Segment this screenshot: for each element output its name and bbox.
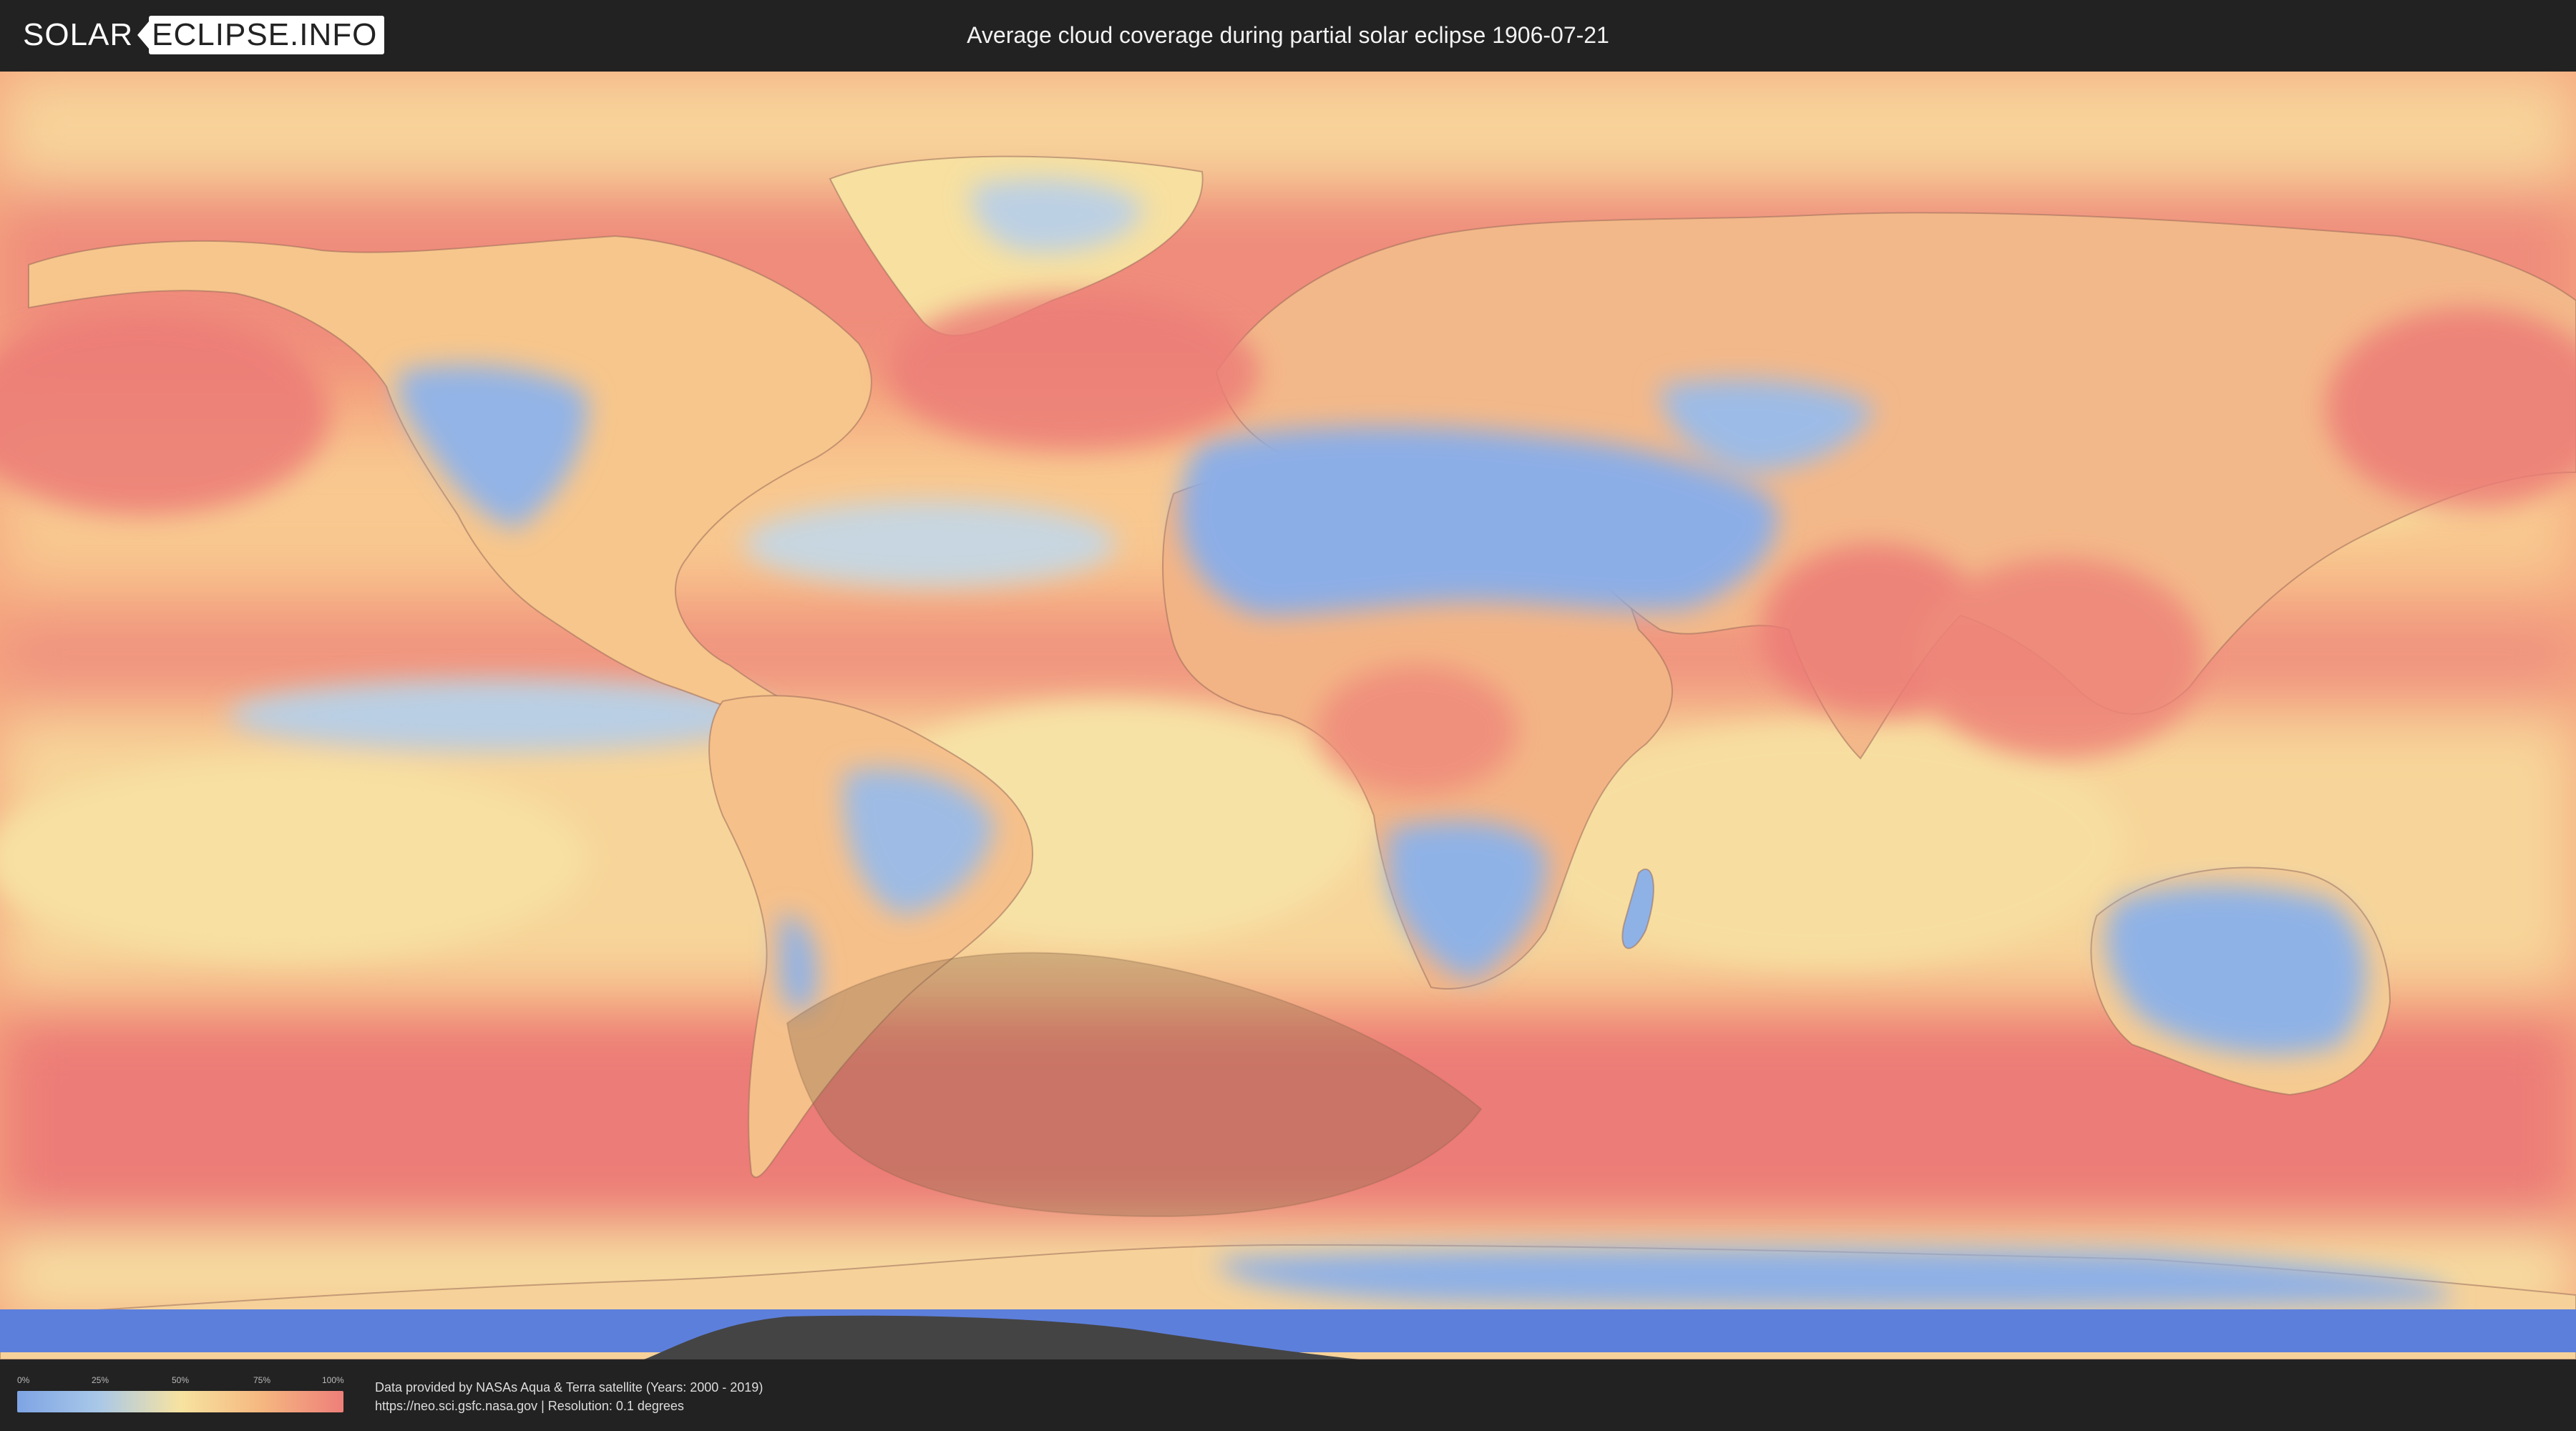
cloudy-central-africa xyxy=(1317,665,1517,794)
cloud-coverage-legend: 0% 25% 50% 75% 100% xyxy=(17,1375,344,1415)
legend-tick-75: 75% xyxy=(253,1375,271,1385)
band-arctic-light xyxy=(0,72,2576,186)
header-bar: SOLAR ECLIPSE.INFO Average cloud coverag… xyxy=(0,0,2576,72)
clear-patch-north-atlantic xyxy=(744,501,1116,587)
cloudy-southeast-asia xyxy=(1918,558,2204,758)
clear-patch-south-pacific xyxy=(0,758,587,959)
data-credits: Data provided by NASAs Aqua & Terra sate… xyxy=(375,1378,763,1415)
legend-tick-25: 25% xyxy=(92,1375,109,1385)
footer-bar: 0% 25% 50% 75% 100% Data provided by NAS… xyxy=(0,1359,2576,1431)
cloudy-north-atlantic xyxy=(887,293,1259,451)
cloud-coverage-map[interactable] xyxy=(0,72,2576,1359)
legend-color-bar xyxy=(17,1391,343,1412)
legend-tick-50: 50% xyxy=(172,1375,190,1385)
credits-source: Data provided by NASAs Aqua & Terra sate… xyxy=(375,1380,763,1395)
legend-tick-100: 100% xyxy=(322,1375,344,1385)
credits-url[interactable]: https://neo.sci.gsfc.nasa.gov | Resoluti… xyxy=(375,1397,763,1415)
antarctic-clear-band xyxy=(0,1309,2576,1352)
legend-tick-0: 0% xyxy=(17,1375,30,1385)
page-title: Average cloud coverage during partial so… xyxy=(967,22,1609,48)
